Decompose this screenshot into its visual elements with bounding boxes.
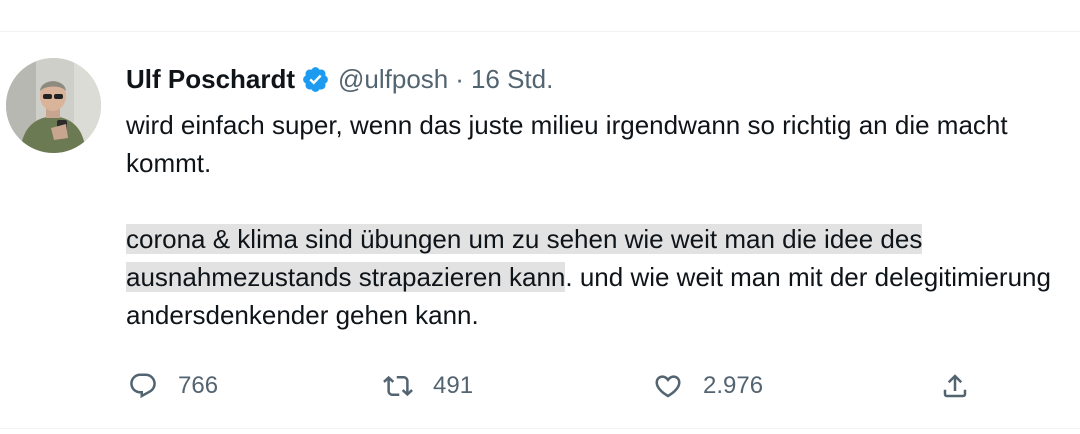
like-count: 2.976 bbox=[703, 372, 764, 399]
like-button[interactable]: 2.976 bbox=[653, 364, 763, 408]
tweet-actions: 766 491 2.976 bbox=[0, 364, 1080, 408]
tweet-text: wird einfach super, wenn das juste milie… bbox=[126, 106, 1066, 334]
retweet-count: 491 bbox=[433, 372, 474, 399]
tweet-paragraph-1: wird einfach super, wenn das juste milie… bbox=[126, 110, 1008, 178]
tweet-timestamp[interactable]: 16 Std. bbox=[471, 62, 553, 96]
share-button[interactable] bbox=[940, 364, 970, 408]
share-icon bbox=[943, 374, 967, 398]
tweet-header: Ulf Poschardt @ulfposh · 16 Std. bbox=[126, 62, 553, 96]
reply-button[interactable]: 766 bbox=[128, 364, 218, 408]
retweet-button[interactable]: 491 bbox=[383, 364, 473, 408]
retweet-icon bbox=[383, 375, 413, 397]
tweet-paragraph-2: corona & klima sind übungen um zu sehen … bbox=[126, 220, 1066, 334]
top-divider bbox=[0, 31, 1080, 32]
author-handle[interactable]: @ulfposh bbox=[338, 62, 448, 96]
avatar[interactable] bbox=[6, 58, 101, 153]
author-name[interactable]: Ulf Poschardt bbox=[126, 62, 295, 96]
separator-dot: · bbox=[455, 64, 464, 94]
avatar-photo bbox=[6, 58, 101, 153]
verified-badge-icon bbox=[303, 66, 328, 92]
bottom-divider bbox=[0, 428, 1080, 429]
reply-count: 766 bbox=[178, 372, 219, 399]
reply-icon bbox=[130, 373, 156, 399]
heart-icon bbox=[655, 375, 681, 398]
